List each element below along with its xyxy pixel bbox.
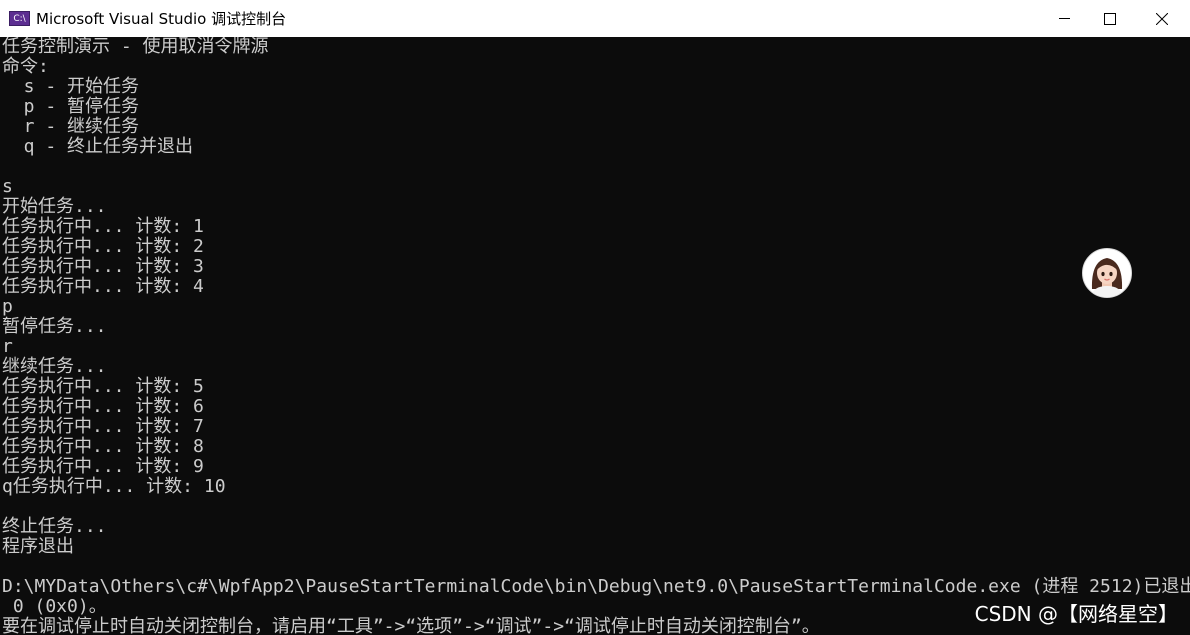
visual-studio-console-icon: C:\ xyxy=(9,11,30,26)
console-line: p xyxy=(2,296,13,317)
console-line: q - 终止任务并退出 xyxy=(2,136,194,157)
console-line: 继续任务... xyxy=(2,356,107,377)
maximize-button[interactable] xyxy=(1087,0,1133,37)
title-bar[interactable]: C:\ Microsoft Visual Studio 调试控制台 xyxy=(0,0,1190,37)
console-line: s xyxy=(2,176,13,197)
console-line: 终止任务... xyxy=(2,516,107,537)
console-line: 任务执行中... 计数: 5 xyxy=(2,376,204,397)
console-line: 任务执行中... 计数: 9 xyxy=(2,456,204,477)
console-line: 命令: xyxy=(2,56,49,77)
console-line: 任务执行中... 计数: 4 xyxy=(2,276,204,297)
console-line: s - 开始任务 xyxy=(2,76,140,97)
window-controls xyxy=(1041,0,1190,37)
console-line: r xyxy=(2,336,13,357)
console-line: 任务执行中... 计数: 8 xyxy=(2,436,204,457)
cartoon-girl-avatar-icon xyxy=(1091,258,1123,297)
console-line: 任务执行中... 计数: 2 xyxy=(2,236,204,257)
maximize-icon xyxy=(1104,12,1116,25)
console-window: C:\ Microsoft Visual Studio 调试控制台 任务控制演示… xyxy=(0,0,1190,635)
console-output[interactable]: 任务控制演示 - 使用取消令牌源 命令: s - 开始任务 p - 暂停任务 r … xyxy=(2,37,1190,635)
minimize-icon xyxy=(1058,18,1070,19)
console-line: 任务执行中... 计数: 1 xyxy=(2,216,204,237)
close-button[interactable] xyxy=(1133,0,1190,37)
floating-avatar[interactable] xyxy=(1082,248,1132,298)
minimize-button[interactable] xyxy=(1041,0,1087,37)
console-line: 任务执行中... 计数: 3 xyxy=(2,256,204,277)
console-line: 开始任务... xyxy=(2,196,107,217)
console-line: 任务执行中... 计数: 7 xyxy=(2,416,204,437)
console-line: r - 继续任务 xyxy=(2,116,140,137)
console-line: q任务执行中... 计数: 10 xyxy=(2,476,226,497)
console-line: p - 暂停任务 xyxy=(2,96,140,117)
window-title: Microsoft Visual Studio 调试控制台 xyxy=(36,10,287,28)
csdn-watermark: CSDN @【网络星空】 xyxy=(974,602,1178,626)
close-icon xyxy=(1155,12,1168,25)
console-line: D:\MYData\Others\c#\WpfApp2\PauseStartTe… xyxy=(2,576,1190,597)
console-line: 任务执行中... 计数: 6 xyxy=(2,396,204,417)
console-line: 暂停任务... xyxy=(2,316,107,337)
console-line: 任务控制演示 - 使用取消令牌源 xyxy=(2,37,269,57)
console-line: 程序退出 xyxy=(2,536,74,557)
